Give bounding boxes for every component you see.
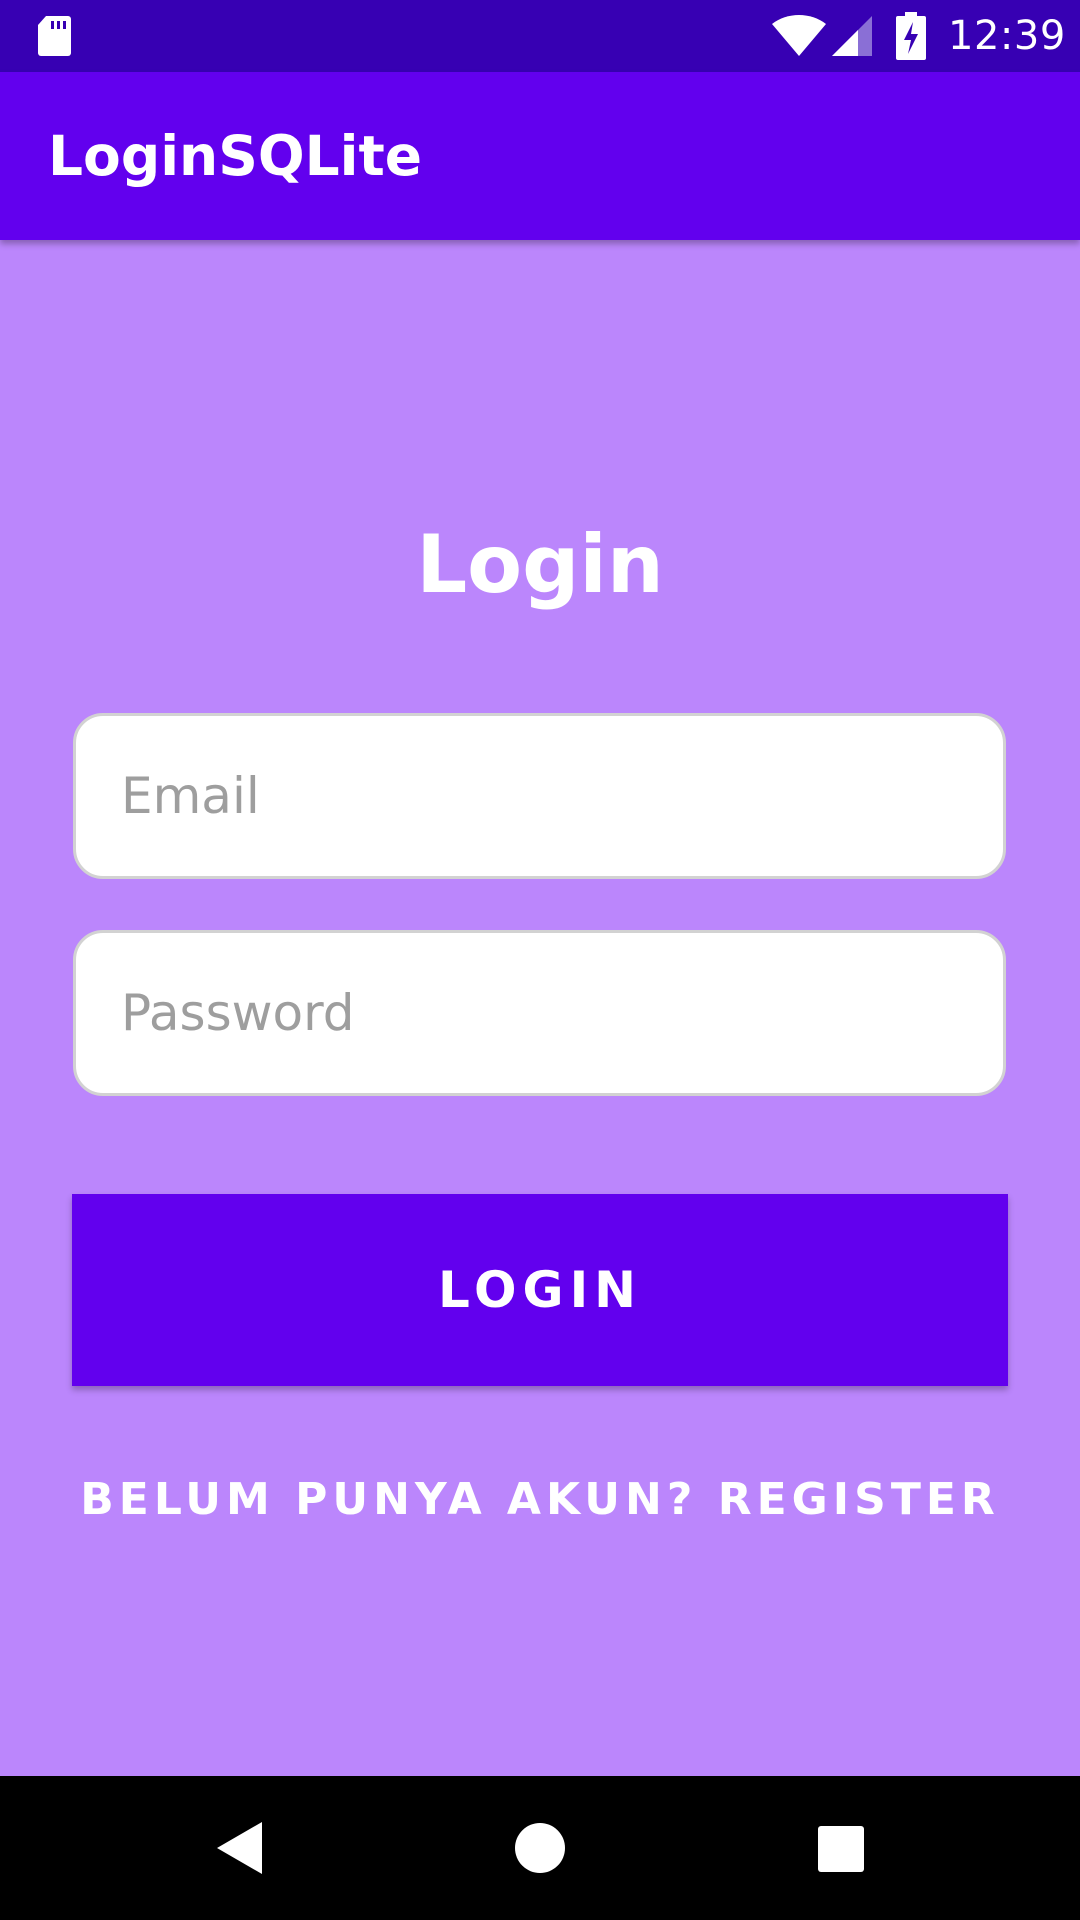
status-clock: 12:39	[948, 13, 1066, 59]
sd-card-icon	[38, 16, 71, 56]
wifi-icon	[772, 15, 826, 56]
page-title: Login	[416, 518, 664, 611]
app-toolbar: LoginSQLite	[0, 72, 1080, 240]
battery-charging-icon	[896, 12, 926, 60]
email-field[interactable]	[73, 713, 1006, 879]
password-field[interactable]	[73, 930, 1006, 1096]
signal-icon	[832, 16, 872, 56]
back-icon[interactable]	[214, 1820, 264, 1876]
app-title: LoginSQLite	[48, 124, 423, 188]
register-link[interactable]: BELUM PUNYA AKUN? REGISTER	[0, 1465, 1080, 1535]
home-icon[interactable]	[514, 1822, 566, 1874]
login-screen: 12:39 LoginSQLite Login LOGIN BELUM PUNY…	[0, 0, 1080, 1920]
navigation-bar	[0, 1776, 1080, 1920]
status-bar: 12:39	[0, 0, 1080, 72]
login-button[interactable]: LOGIN	[72, 1194, 1008, 1386]
recents-icon[interactable]	[818, 1826, 864, 1872]
